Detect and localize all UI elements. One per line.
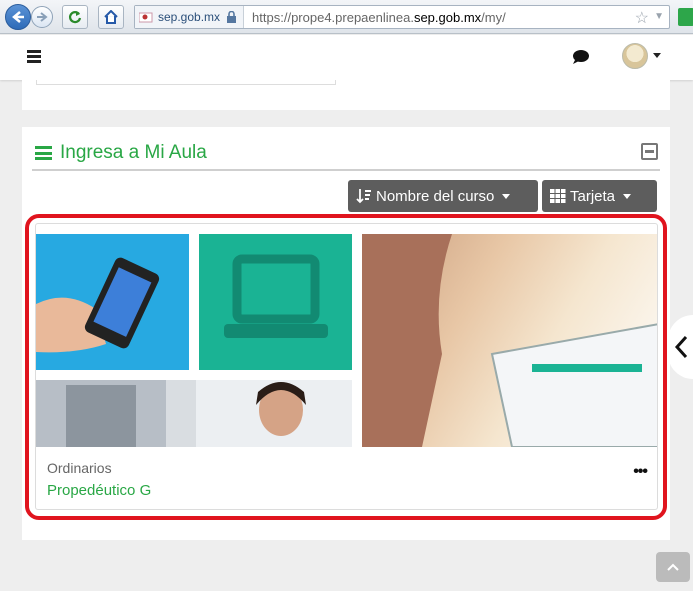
chevron-down-icon[interactable] (653, 53, 661, 58)
home-icon (104, 10, 118, 24)
course-name-link[interactable]: Propedéutico G (47, 482, 151, 499)
drawer-toggle[interactable] (668, 315, 693, 379)
laptop-image-tile (199, 234, 352, 370)
chevron-left-icon (674, 335, 687, 359)
previous-block-inner (36, 80, 336, 85)
my-courses-block: Ingresa a Mi Aula Nombre del curso Tarje… (22, 127, 670, 540)
site-identity[interactable]: sep.gob.mx (135, 6, 245, 28)
caret-down-icon (502, 193, 511, 199)
grid-icon (550, 189, 566, 203)
chevron-down-icon[interactable]: ▼ (654, 11, 664, 22)
reload-icon (68, 11, 82, 24)
chevron-up-icon (667, 563, 679, 571)
url-text: https://prope4.prepaenlinea.sep.gob.mx/m… (244, 10, 506, 25)
collapse-icon[interactable] (641, 143, 658, 160)
home-button[interactable] (98, 5, 124, 29)
browser-toolbar: sep.gob.mx https://prope4.prepaenlinea.s… (0, 0, 693, 34)
lock-icon (227, 11, 237, 23)
sort-icon (356, 189, 371, 204)
forward-button[interactable] (31, 6, 53, 28)
url-domain: sep.gob.mx (413, 9, 482, 25)
block-header: Ingresa a Mi Aula (32, 141, 660, 171)
course-menu-button[interactable]: ••• (633, 464, 648, 480)
sort-button[interactable]: Nombre del curso (348, 180, 538, 212)
phone-image-tile (36, 234, 189, 370)
site-identity-label: sep.gob.mx (158, 10, 221, 24)
caret-down-icon (623, 193, 632, 199)
back-button[interactable] (5, 4, 31, 30)
url-prefix: https://prope4.prepaenlinea. (252, 9, 414, 25)
view-button[interactable]: Tarjeta (542, 180, 657, 212)
back-to-top-button[interactable] (656, 552, 690, 582)
office-image-tile (36, 380, 352, 447)
extension-icon[interactable] (678, 8, 693, 26)
block-title: Ingresa a Mi Aula (60, 142, 207, 163)
address-bar[interactable]: sep.gob.mx https://prope4.prepaenlinea.s… (134, 5, 670, 29)
star-icon[interactable]: ☆ (635, 8, 649, 28)
site-favicon-icon (139, 12, 153, 23)
avatar[interactable] (622, 43, 648, 69)
view-button-label: Tarjeta (570, 187, 616, 205)
course-image[interactable] (36, 234, 657, 447)
forward-icon (37, 12, 48, 22)
course-card[interactable]: Ordinarios Propedéutico G ••• (35, 223, 658, 510)
course-category: Ordinarios (47, 460, 112, 476)
site-navbar (0, 35, 693, 80)
back-icon (12, 11, 24, 23)
menu-icon[interactable] (27, 50, 41, 63)
url-suffix: /my/ (481, 9, 506, 25)
reload-button[interactable] (62, 5, 88, 29)
student-image-tile (362, 234, 657, 447)
sort-button-label: Nombre del curso (376, 187, 495, 205)
list-icon (35, 146, 52, 160)
previous-block (22, 80, 670, 110)
chat-icon[interactable] (572, 49, 590, 65)
